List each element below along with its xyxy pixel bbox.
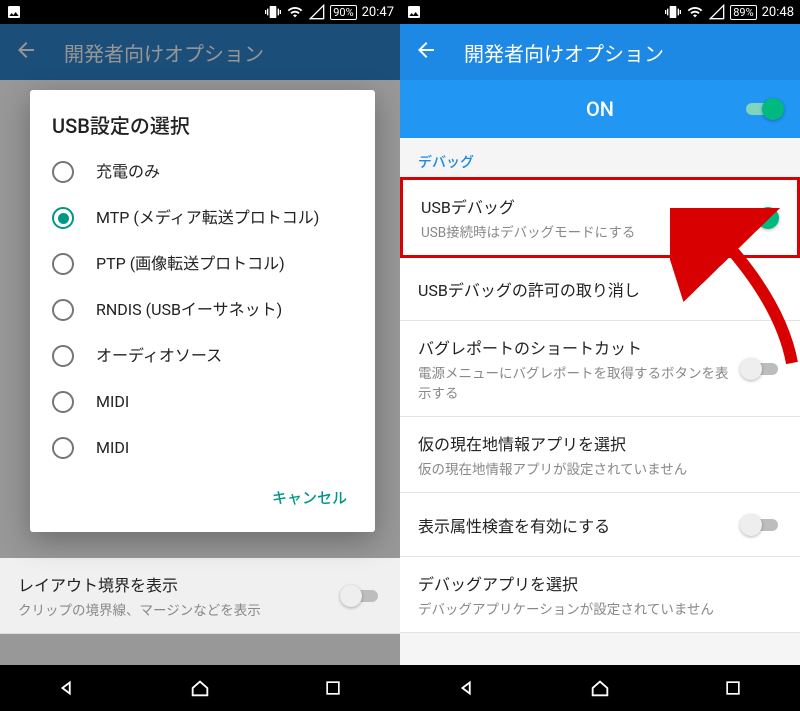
radio-option[interactable]: オーディオソース	[30, 333, 375, 379]
radio-label: MIDI	[96, 438, 129, 458]
list-item[interactable]: 表示属性検査を有効にする	[400, 493, 800, 557]
image-icon	[406, 4, 422, 20]
clock: 20:47	[362, 5, 394, 20]
list-item[interactable]: レイアウト境界を表示 クリップの境界線、マージンなどを表示	[0, 558, 400, 634]
row-title: レイアウト境界を表示	[18, 572, 340, 596]
nav-home-button[interactable]	[575, 668, 625, 708]
radio-option[interactable]: RNDIS (USBイーサネット)	[30, 287, 375, 333]
wifi-icon	[286, 4, 304, 20]
row-title: 表示属性検査を有効にする	[418, 513, 740, 537]
radio-option[interactable]: PTP (画像転送プロトコル)	[30, 241, 375, 287]
radio-button-icon	[52, 437, 74, 459]
radio-button-icon	[52, 207, 74, 229]
radio-label: RNDIS (USBイーサネット)	[96, 300, 282, 320]
vibrate-icon	[665, 4, 681, 20]
status-bar: 89% 20:48	[400, 0, 800, 24]
nav-recent-button[interactable]	[308, 668, 358, 708]
app-bar: 開発者向けオプション	[400, 24, 800, 80]
battery-level: 90%	[330, 5, 356, 20]
list-item[interactable]: USBデバッグ USB接続時はデバッグモードにする	[400, 177, 800, 258]
master-toggle-switch[interactable]	[742, 97, 784, 121]
screen-right: 89% 20:48 開発者向けオプション ON デバッグ USBデバッグ USB接…	[400, 0, 800, 711]
vibrate-icon	[265, 4, 281, 20]
image-icon	[6, 4, 22, 20]
back-icon[interactable]	[414, 38, 438, 67]
page-title: 開発者向けオプション	[464, 38, 664, 67]
radio-option[interactable]: MTP (メディア転送プロトコル)	[30, 195, 375, 241]
radio-label: MTP (メディア転送プロトコル)	[96, 208, 319, 228]
list-item[interactable]: デバッグアプリを選択デバッグアプリケーションが設定されていません	[400, 557, 800, 633]
battery-level: 89%	[730, 5, 756, 20]
screen-left: 90% 20:47 開発者向けオプション レイアウト境界を表示 クリップの境界線…	[0, 0, 400, 711]
toggle-switch[interactable]	[740, 513, 782, 537]
radio-button-icon	[52, 253, 74, 275]
status-bar: 90% 20:47	[0, 0, 400, 24]
clock: 20:48	[762, 5, 794, 20]
wifi-icon	[686, 4, 704, 20]
row-title: バグレポートのショートカット	[418, 335, 740, 359]
radio-option[interactable]: MIDI	[30, 379, 375, 425]
toggle-switch[interactable]	[740, 357, 782, 381]
usb-config-dialog: USB設定の選択 充電のみ MTP (メディア転送プロトコル) PTP (画像転送プ…	[30, 90, 375, 532]
radio-button-icon	[52, 391, 74, 413]
list-item[interactable]: バグレポートのショートカット電源メニューにバグレポートを取得するボタンを表示する	[400, 321, 800, 417]
radio-button-icon	[52, 345, 74, 367]
radio-label: MIDI	[96, 392, 129, 412]
nav-recent-button[interactable]	[708, 668, 758, 708]
toggle-switch[interactable]	[340, 584, 382, 608]
row-subtitle: デバッグアプリケーションが設定されていません	[418, 598, 782, 618]
cancel-button[interactable]: キャンセル	[262, 479, 357, 516]
row-subtitle: 電源メニューにバグレポートを取得するボタンを表示する	[418, 362, 740, 402]
row-title: 仮の現在地情報アプリを選択	[418, 431, 782, 455]
nav-home-button[interactable]	[175, 668, 225, 708]
section-label-debug: デバッグ	[400, 138, 800, 178]
navigation-bar	[0, 665, 400, 711]
navigation-bar	[400, 665, 800, 711]
radio-label: 充電のみ	[96, 162, 160, 182]
background-list: レイアウト境界を表示 クリップの境界線、マージンなどを表示	[0, 558, 400, 665]
row-subtitle: USB接続時はデバッグモードにする	[421, 221, 737, 241]
toggle-switch[interactable]	[737, 206, 779, 230]
signal-icon	[309, 4, 325, 20]
row-title: USBデバッグの許可の取り消し	[418, 277, 782, 301]
radio-label: PTP (画像転送プロトコル)	[96, 254, 285, 274]
row-title: デバッグアプリを選択	[418, 571, 782, 595]
nav-back-button[interactable]	[42, 668, 92, 708]
radio-option[interactable]: MIDI	[30, 425, 375, 471]
on-label: ON	[586, 97, 614, 121]
signal-icon	[709, 4, 725, 20]
row-subtitle: 仮の現在地情報アプリが設定されていません	[418, 458, 782, 478]
row-subtitle: クリップの境界線、マージンなどを表示	[18, 599, 340, 619]
row-title: USBデバッグ	[421, 194, 737, 218]
list-item[interactable]: 仮の現在地情報アプリを選択仮の現在地情報アプリが設定されていません	[400, 417, 800, 493]
list-item[interactable]: USBデバッグの許可の取り消し	[400, 257, 800, 321]
radio-option[interactable]: 充電のみ	[30, 149, 375, 195]
master-toggle-banner[interactable]: ON	[400, 80, 800, 138]
nav-back-button[interactable]	[442, 668, 492, 708]
radio-button-icon	[52, 299, 74, 321]
radio-button-icon	[52, 161, 74, 183]
dialog-title: USB設定の選択	[30, 110, 375, 149]
radio-label: オーディオソース	[96, 346, 222, 366]
